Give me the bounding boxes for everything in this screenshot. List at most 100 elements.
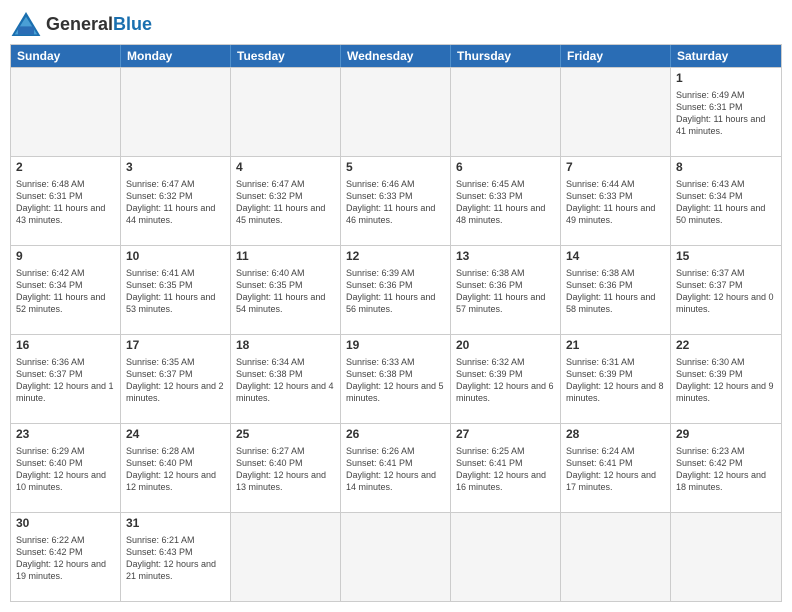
day-info: Sunrise: 6:37 AM Sunset: 6:37 PM Dayligh… [676,267,776,316]
calendar-cell: 29Sunrise: 6:23 AM Sunset: 6:42 PM Dayli… [671,424,781,512]
calendar-cell: 17 Sunrise: 6:35 AM Sunset: 6:37 PM Dayli… [121,335,231,423]
day-info: Sunrise: 6:40 AM Sunset: 6:35 PM Dayligh… [236,267,335,316]
calendar-cell [231,68,341,156]
day-info: Sunrise: 6:41 AM Sunset: 6:35 PM Dayligh… [126,267,225,316]
calendar-cell: 20 Sunrise: 6:32 AM Sunset: 6:39 PM Dayli… [451,335,561,423]
day-number: 1 [676,71,776,87]
day-number: 12 [346,249,445,265]
day-info: Sunrise: 6:42 AM Sunset: 6:34 PM Dayligh… [16,267,115,316]
calendar-cell: 7Sunrise: 6:44 AM Sunset: 6:33 PM Daylig… [561,157,671,245]
day-number: 4 [236,160,335,176]
calendar-body: 1 Sunrise: 6:49 AM Sunset: 6:31 PM Daylig… [11,67,781,601]
day-info: Sunrise: 6:46 AM Sunset: 6:33 PM Dayligh… [346,178,445,227]
calendar-cell: 5 Sunrise: 6:46 AM Sunset: 6:33 PM Daylig… [341,157,451,245]
calendar-cell [11,68,121,156]
day-number: 6 [456,160,555,176]
day-number: 31 [126,516,225,532]
day-info: Sunrise: 6:43 AM Sunset: 6:34 PM Dayligh… [676,178,776,227]
day-info: Sunrise: 6:39 AM Sunset: 6:36 PM Dayligh… [346,267,445,316]
calendar-cell: 28Sunrise: 6:24 AM Sunset: 6:41 PM Dayli… [561,424,671,512]
calendar-cell: 9 Sunrise: 6:42 AM Sunset: 6:34 PM Daylig… [11,246,121,334]
calendar-cell: 12 Sunrise: 6:39 AM Sunset: 6:36 PM Dayli… [341,246,451,334]
calendar-cell: 18Sunrise: 6:34 AM Sunset: 6:38 PM Dayli… [231,335,341,423]
day-info: Sunrise: 6:29 AM Sunset: 6:40 PM Dayligh… [16,445,115,494]
day-info: Sunrise: 6:33 AM Sunset: 6:38 PM Dayligh… [346,356,445,405]
day-info: Sunrise: 6:49 AM Sunset: 6:31 PM Dayligh… [676,89,776,138]
day-info: Sunrise: 6:47 AM Sunset: 6:32 PM Dayligh… [236,178,335,227]
day-number: 2 [16,160,115,176]
calendar-cell: 8Sunrise: 6:43 AM Sunset: 6:34 PM Daylig… [671,157,781,245]
day-number: 9 [16,249,115,265]
day-info: Sunrise: 6:48 AM Sunset: 6:31 PM Dayligh… [16,178,115,227]
day-number: 13 [456,249,555,265]
weekday-header-saturday: Saturday [671,45,781,67]
calendar-cell [341,513,451,601]
day-number: 27 [456,427,555,443]
logo: GeneralBlue [10,10,152,38]
day-number: 10 [126,249,225,265]
day-number: 15 [676,249,776,265]
calendar-cell: 6 Sunrise: 6:45 AM Sunset: 6:33 PM Daylig… [451,157,561,245]
day-number: 25 [236,427,335,443]
day-number: 7 [566,160,665,176]
day-info: Sunrise: 6:30 AM Sunset: 6:39 PM Dayligh… [676,356,776,405]
calendar-row-6: 30Sunrise: 6:22 AM Sunset: 6:42 PM Dayli… [11,512,781,601]
logo-blue: Blue [113,14,152,34]
day-info: Sunrise: 6:32 AM Sunset: 6:39 PM Dayligh… [456,356,555,405]
weekday-header-thursday: Thursday [451,45,561,67]
calendar-cell: 16Sunrise: 6:36 AM Sunset: 6:37 PM Dayli… [11,335,121,423]
day-number: 17 [126,338,225,354]
calendar-cell: 10 Sunrise: 6:41 AM Sunset: 6:35 PM Dayli… [121,246,231,334]
calendar-cell: 26Sunrise: 6:26 AM Sunset: 6:41 PM Dayli… [341,424,451,512]
calendar-row-2: 2 Sunrise: 6:48 AM Sunset: 6:31 PM Daylig… [11,156,781,245]
calendar-cell: 13 Sunrise: 6:38 AM Sunset: 6:36 PM Dayli… [451,246,561,334]
day-number: 19 [346,338,445,354]
day-number: 28 [566,427,665,443]
day-info: Sunrise: 6:38 AM Sunset: 6:36 PM Dayligh… [456,267,555,316]
day-info: Sunrise: 6:45 AM Sunset: 6:33 PM Dayligh… [456,178,555,227]
calendar-cell: 30Sunrise: 6:22 AM Sunset: 6:42 PM Dayli… [11,513,121,601]
day-number: 16 [16,338,115,354]
calendar-cell: 21Sunrise: 6:31 AM Sunset: 6:39 PM Dayli… [561,335,671,423]
day-number: 5 [346,160,445,176]
calendar-cell: 24Sunrise: 6:28 AM Sunset: 6:40 PM Dayli… [121,424,231,512]
day-info: Sunrise: 6:35 AM Sunset: 6:37 PM Dayligh… [126,356,225,405]
calendar-row-4: 16Sunrise: 6:36 AM Sunset: 6:37 PM Dayli… [11,334,781,423]
generalblue-logo-icon [10,10,42,38]
weekday-header-wednesday: Wednesday [341,45,451,67]
day-number: 22 [676,338,776,354]
calendar-cell: 15 Sunrise: 6:37 AM Sunset: 6:37 PM Dayli… [671,246,781,334]
logo-text: GeneralBlue [46,14,152,35]
calendar-cell [451,68,561,156]
day-number: 23 [16,427,115,443]
calendar-cell: 31Sunrise: 6:21 AM Sunset: 6:43 PM Dayli… [121,513,231,601]
calendar-row-5: 23 Sunrise: 6:29 AM Sunset: 6:40 PM Dayli… [11,423,781,512]
day-info: Sunrise: 6:38 AM Sunset: 6:36 PM Dayligh… [566,267,665,316]
calendar-cell: 1 Sunrise: 6:49 AM Sunset: 6:31 PM Daylig… [671,68,781,156]
calendar-cell: 25 Sunrise: 6:27 AM Sunset: 6:40 PM Dayli… [231,424,341,512]
calendar-cell: 22 Sunrise: 6:30 AM Sunset: 6:39 PM Dayli… [671,335,781,423]
calendar-header: SundayMondayTuesdayWednesdayThursdayFrid… [11,45,781,67]
calendar-row-3: 9 Sunrise: 6:42 AM Sunset: 6:34 PM Daylig… [11,245,781,334]
weekday-header-sunday: Sunday [11,45,121,67]
logo-general: General [46,14,113,34]
day-number: 20 [456,338,555,354]
calendar-cell [671,513,781,601]
calendar-cell [561,513,671,601]
day-number: 30 [16,516,115,532]
page: GeneralBlue SundayMondayTuesdayWednesday… [0,0,792,612]
day-info: Sunrise: 6:27 AM Sunset: 6:40 PM Dayligh… [236,445,335,494]
day-info: Sunrise: 6:25 AM Sunset: 6:41 PM Dayligh… [456,445,555,494]
calendar-cell [341,68,451,156]
calendar-cell: 19 Sunrise: 6:33 AM Sunset: 6:38 PM Dayli… [341,335,451,423]
calendar-cell: 27 Sunrise: 6:25 AM Sunset: 6:41 PM Dayli… [451,424,561,512]
day-number: 11 [236,249,335,265]
day-info: Sunrise: 6:47 AM Sunset: 6:32 PM Dayligh… [126,178,225,227]
calendar-cell: 11 Sunrise: 6:40 AM Sunset: 6:35 PM Dayli… [231,246,341,334]
calendar-cell [121,68,231,156]
calendar-cell [231,513,341,601]
calendar-cell [561,68,671,156]
calendar-cell: 4 Sunrise: 6:47 AM Sunset: 6:32 PM Daylig… [231,157,341,245]
calendar-cell: 14Sunrise: 6:38 AM Sunset: 6:36 PM Dayli… [561,246,671,334]
day-info: Sunrise: 6:28 AM Sunset: 6:40 PM Dayligh… [126,445,225,494]
